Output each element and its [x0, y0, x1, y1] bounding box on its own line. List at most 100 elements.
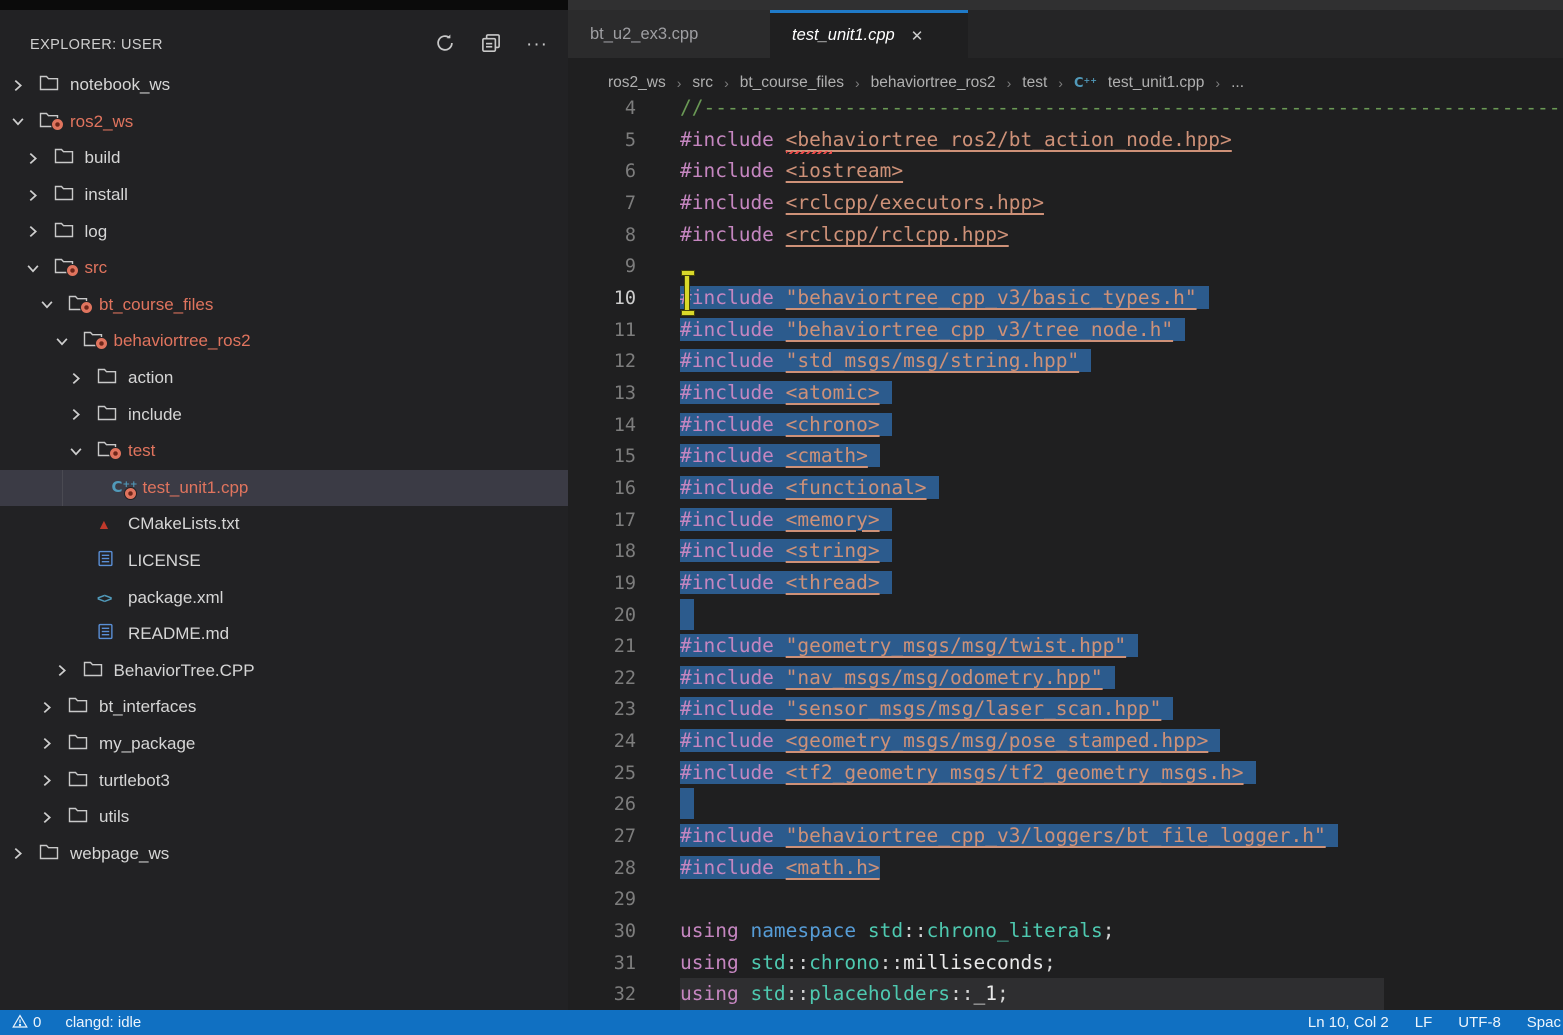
folder-icon	[97, 367, 117, 389]
refresh-explorer-button[interactable]	[432, 32, 458, 58]
line-number: 29	[568, 884, 636, 915]
tree-item-label: test	[128, 441, 155, 461]
code-line-5[interactable]: 5#include <behaviortree_ros2/bt_action_n…	[568, 124, 1563, 156]
chevron-right-icon	[70, 408, 97, 421]
breadcrumb-separator: ›	[677, 75, 682, 91]
breadcrumb-item-file[interactable]: test_unit1.cpp	[1108, 74, 1205, 92]
chevron-down-icon	[70, 445, 97, 458]
code-line-9[interactable]: 9	[568, 250, 1563, 282]
tree-item-test-unit1-cpp[interactable]: C++test_unit1.cpp	[0, 470, 568, 507]
code-line-16[interactable]: 16#include <functional>	[568, 472, 1563, 504]
code-line-13[interactable]: 13#include <atomic>	[568, 377, 1563, 409]
tree-item-build[interactable]: build	[0, 140, 568, 177]
code-line-30[interactable]: 30using namespace std::chrono_literals;	[568, 915, 1563, 947]
chevron-right-icon	[41, 737, 68, 750]
tree-item-utils[interactable]: utils	[0, 799, 568, 836]
tree-item-package-xml[interactable]: <>package.xml	[0, 579, 568, 616]
tree-item-readme-md[interactable]: README.md	[0, 616, 568, 653]
tree-item-my-package[interactable]: my_package	[0, 726, 568, 763]
git-modified-badge	[66, 264, 79, 277]
tab-bt-u2-ex3-cpp[interactable]: bt_u2_ex3.cpp	[568, 10, 770, 58]
error-squiggle	[786, 151, 832, 154]
breadcrumb-item-bt_course_files[interactable]: bt_course_files	[740, 74, 844, 92]
code-line-32[interactable]: 32using std::placeholders::_1;	[568, 978, 1563, 1010]
tree-item-install[interactable]: install	[0, 177, 568, 214]
breadcrumb-item-test[interactable]: test	[1022, 74, 1047, 92]
code-line-19[interactable]: 19#include <thread>	[568, 567, 1563, 599]
folder-icon	[68, 696, 88, 718]
close-icon[interactable]: ✕	[909, 27, 926, 45]
code-line-22[interactable]: 22#include "nav_msgs/msg/odometry.hpp"	[568, 662, 1563, 694]
tree-item-webpage-ws[interactable]: webpage_ws	[0, 835, 568, 872]
code-line-21[interactable]: 21#include "geometry_msgs/msg/twist.hpp"	[568, 630, 1563, 662]
tree-item-behaviortree-ros2[interactable]: behaviortree_ros2	[0, 323, 568, 360]
explorer-actions: ···	[432, 32, 550, 58]
tree-item-log[interactable]: log	[0, 213, 568, 250]
collapse-folders-button[interactable]	[478, 32, 504, 58]
tree-item-test[interactable]: test	[0, 433, 568, 470]
tree-item-turtlebot3[interactable]: turtlebot3	[0, 762, 568, 799]
tree-item-label: CMakeLists.txt	[128, 514, 239, 534]
eol-indicator[interactable]: LF	[1415, 1014, 1433, 1031]
code-line-24[interactable]: 24#include <geometry_msgs/msg/pose_stamp…	[568, 725, 1563, 757]
tree-item-behaviortree-cpp[interactable]: BehaviorTree.CPP	[0, 653, 568, 690]
code-line-12[interactable]: 12#include "std_msgs/msg/string.hpp"	[568, 345, 1563, 377]
code-line-14[interactable]: 14#include <chrono>	[568, 409, 1563, 441]
tree-item-include[interactable]: include	[0, 396, 568, 433]
code-line-31[interactable]: 31using std::chrono::milliseconds;	[568, 947, 1563, 979]
encoding-indicator[interactable]: UTF-8	[1458, 1014, 1501, 1031]
selection-highlight: #include "std_msgs/msg/string.hpp"	[680, 349, 1091, 372]
tree-item-label: webpage_ws	[70, 844, 169, 864]
clangd-status[interactable]: clangd: idle	[65, 1014, 141, 1031]
code-line-8[interactable]: 8#include <rclcpp/rclcpp.hpp>	[568, 219, 1563, 251]
selection-highlight: #include <memory>	[680, 508, 892, 531]
code-line-7[interactable]: 7#include <rclcpp/executors.hpp>	[568, 187, 1563, 219]
code-line-4[interactable]: 4//-------------------------------------…	[568, 92, 1563, 124]
tab-test-unit1-cpp[interactable]: test_unit1.cpp✕	[770, 10, 968, 58]
code-line-27[interactable]: 27#include "behaviortree_cpp_v3/loggers/…	[568, 820, 1563, 852]
breadcrumb-item-src[interactable]: src	[692, 74, 713, 92]
breadcrumb-separator: ›	[1215, 75, 1220, 91]
git-modified-badge	[109, 447, 122, 460]
refresh-icon	[435, 33, 455, 58]
problems-indicator[interactable]: 0	[12, 1014, 41, 1032]
status-left: 0 clangd: idle	[0, 1014, 141, 1032]
cursor-position[interactable]: Ln 10, Col 2	[1308, 1014, 1389, 1031]
code-line-6[interactable]: 6#include <iostream>	[568, 155, 1563, 187]
line-number: 11	[568, 315, 636, 346]
code-line-28[interactable]: 28#include <math.h>	[568, 852, 1563, 884]
code-line-26[interactable]: 26	[568, 788, 1563, 820]
line-number: 15	[568, 441, 636, 472]
code-line-10[interactable]: 10#include "behaviortree_cpp_v3/basic_ty…	[568, 282, 1563, 314]
breadcrumb-more[interactable]: ...	[1231, 74, 1244, 92]
tree-item-action[interactable]: action	[0, 360, 568, 397]
breadcrumb-item-ros2_ws[interactable]: ros2_ws	[608, 74, 666, 92]
tree-item-license[interactable]: LICENSE	[0, 543, 568, 580]
breadcrumb-separator: ›	[1007, 75, 1012, 91]
tree-item-notebook-ws[interactable]: notebook_ws	[0, 67, 568, 104]
code-line-15[interactable]: 15 #include <cmath>	[568, 440, 1563, 472]
mouse-cursor-ibeam	[684, 272, 690, 314]
breadcrumb-item-behaviortree_ros2[interactable]: behaviortree_ros2	[871, 74, 996, 92]
editor-code-area[interactable]: 4//-------------------------------------…	[568, 92, 1563, 1010]
code-line-11[interactable]: 11#include "behaviortree_cpp_v3/tree_nod…	[568, 314, 1563, 346]
code-line-20[interactable]: 20	[568, 599, 1563, 631]
code-line-25[interactable]: 25#include <tf2_geometry_msgs/tf2_geomet…	[568, 757, 1563, 789]
tree-item-src[interactable]: src	[0, 250, 568, 287]
tree-item-cmakelists-txt[interactable]: ▲CMakeLists.txt	[0, 506, 568, 543]
code-line-29[interactable]: 29	[568, 883, 1563, 915]
indentation-indicator[interactable]: Spac	[1527, 1014, 1561, 1031]
selection-highlight: #include <cmath>	[680, 444, 880, 467]
editor-group: bt_u2_ex3.cpptest_unit1.cpp✕ ros2_ws›src…	[568, 10, 1563, 1010]
tree-item-bt-interfaces[interactable]: bt_interfaces	[0, 689, 568, 726]
code-line-18[interactable]: 18#include <string>	[568, 535, 1563, 567]
code-line-17[interactable]: 17#include <memory>	[568, 504, 1563, 536]
tree-item-ros2-ws[interactable]: ros2_ws	[0, 104, 568, 141]
tab-bar: bt_u2_ex3.cpptest_unit1.cpp✕	[568, 10, 1563, 58]
line-number: 9	[568, 251, 636, 282]
more-actions-button[interactable]: ···	[524, 32, 550, 58]
code-line-23[interactable]: 23#include "sensor_msgs/msg/laser_scan.h…	[568, 693, 1563, 725]
folder-icon	[97, 404, 117, 426]
folder-icon	[39, 843, 59, 865]
tree-item-bt-course-files[interactable]: bt_course_files	[0, 287, 568, 324]
